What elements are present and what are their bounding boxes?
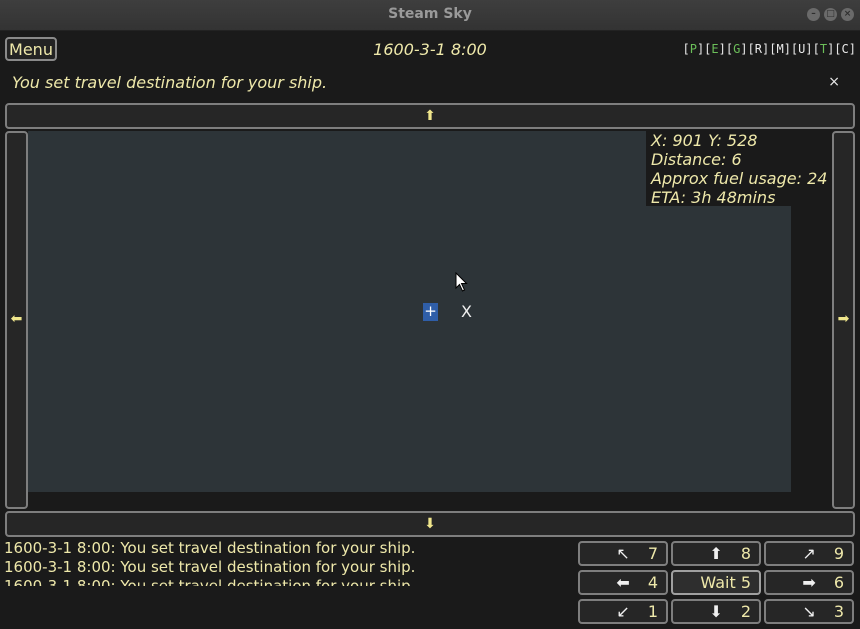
move-southwest-button[interactable]: ↙ 1	[578, 599, 668, 624]
nav-key-label: 2	[740, 602, 751, 621]
scroll-map-right-button[interactable]: ➡	[832, 131, 855, 509]
nav-key-label: 6	[833, 573, 844, 592]
indicator-gunner[interactable]: G	[733, 42, 740, 56]
arrow-east-icon: ➡	[802, 573, 816, 592]
window-title: Steam Sky	[388, 6, 472, 22]
scroll-map-left-button[interactable]: ⬅	[5, 131, 28, 509]
map-info-box: X: 901 Y: 528 Distance: 6 Approx fuel us…	[646, 131, 832, 207]
arrow-left-icon: ⬅	[10, 311, 23, 327]
close-message-icon[interactable]: ×	[828, 74, 840, 90]
arrow-northwest-icon: ↖	[616, 544, 630, 563]
arrow-down-icon: ⬇	[424, 516, 436, 532]
move-northwest-button[interactable]: ↖ 7	[578, 541, 668, 566]
arrow-right-icon: ➡	[837, 311, 850, 327]
cursor-coordinates: X: 901 Y: 528	[651, 131, 758, 150]
close-icon[interactable]: ×	[841, 8, 854, 21]
nav-key-label: 1	[647, 602, 658, 621]
nav-key-label: 4	[647, 573, 658, 592]
indicator-repair[interactable]: R	[755, 42, 762, 56]
move-east-button[interactable]: ➡ 6	[764, 570, 854, 595]
status-indicators: [P][E][G][R][M][U][T][C]	[682, 42, 856, 56]
wait-label: Wait 5	[700, 573, 751, 592]
message-log[interactable]: 1600-3-1 8:00: You set travel destinatio…	[4, 539, 564, 586]
log-line: 1600-3-1 8:00: You set travel destinatio…	[4, 539, 416, 557]
window-titlebar: Steam Sky – □ ×	[0, 0, 860, 31]
indicator-clean[interactable]: C	[842, 42, 849, 56]
log-line: 1600-3-1 8:00: You set travel destinatio…	[4, 577, 416, 586]
log-line: 1600-3-1 8:00: You set travel destinatio…	[4, 558, 416, 576]
nav-key-label: 9	[833, 544, 844, 563]
eta-value: ETA: 3h 48mins	[651, 188, 776, 207]
scroll-map-up-button[interactable]: ⬆	[5, 103, 855, 129]
indicator-engineer[interactable]: E	[711, 42, 718, 56]
mouse-cursor-icon	[455, 272, 468, 292]
arrow-north-icon: ⬆	[709, 544, 723, 563]
indicator-upgrade[interactable]: U	[798, 42, 805, 56]
arrow-northeast-icon: ↗	[802, 544, 816, 563]
wait-button[interactable]: Wait 5	[671, 570, 761, 595]
move-south-button[interactable]: ⬇ 2	[671, 599, 761, 624]
scroll-map-down-button[interactable]: ⬇	[5, 511, 855, 537]
last-message: You set travel destination for your ship…	[12, 73, 328, 92]
fuel-usage-value: Approx fuel usage: 24	[651, 169, 828, 188]
maximize-icon[interactable]: □	[824, 8, 837, 21]
nav-key-label: 7	[647, 544, 658, 563]
indicator-trader[interactable]: T	[820, 42, 827, 56]
move-southeast-button[interactable]: ↘ 3	[764, 599, 854, 624]
nav-key-label: 3	[833, 602, 844, 621]
sky-map[interactable]: + X X: 901 Y: 528 Distance: 6 Approx fue…	[28, 131, 832, 509]
move-north-button[interactable]: ⬆ 8	[671, 541, 761, 566]
distance-value: Distance: 6	[651, 150, 742, 169]
move-west-button[interactable]: ⬅ 4	[578, 570, 668, 595]
indicator-manufacture[interactable]: M	[776, 42, 783, 56]
player-ship-marker[interactable]: +	[423, 303, 438, 321]
arrow-southwest-icon: ↙	[616, 602, 630, 621]
arrow-southeast-icon: ↘	[802, 602, 816, 621]
arrow-west-icon: ⬅	[616, 573, 630, 592]
indicator-pilot[interactable]: P	[690, 42, 697, 56]
move-northeast-button[interactable]: ↗ 9	[764, 541, 854, 566]
destination-marker[interactable]: X	[461, 302, 472, 321]
nav-key-label: 8	[740, 544, 751, 563]
minimize-icon[interactable]: –	[807, 8, 820, 21]
arrow-up-icon: ⬆	[424, 108, 436, 124]
arrow-south-icon: ⬇	[709, 602, 723, 621]
